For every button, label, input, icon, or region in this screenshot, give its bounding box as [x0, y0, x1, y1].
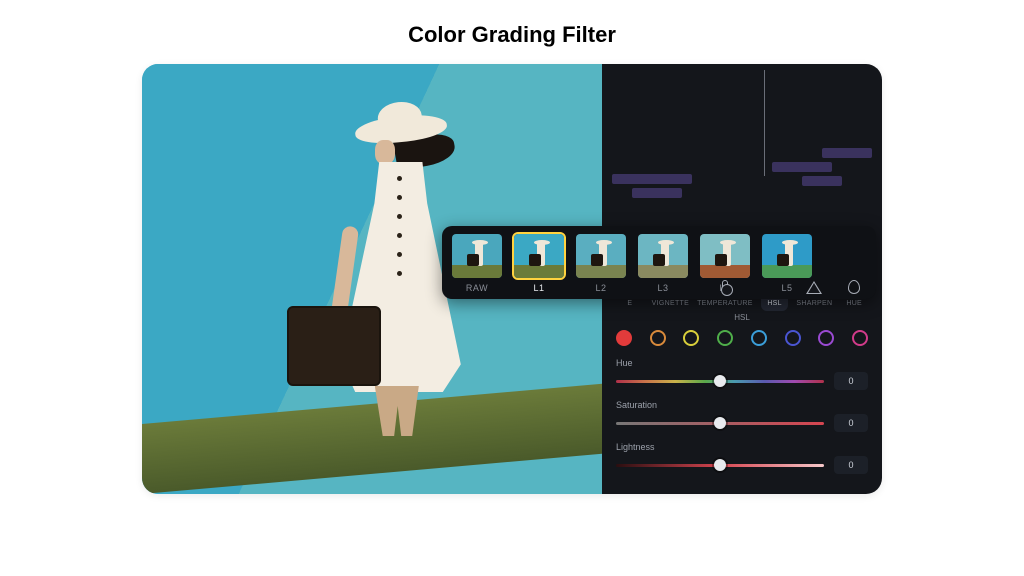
preset-thumb [762, 234, 812, 278]
preset-l2[interactable]: L2 [576, 234, 626, 293]
hue-value[interactable]: 0 [834, 372, 868, 390]
tab-label: VIGNETTE [652, 300, 689, 307]
active-tab-sublabel: HSL [616, 313, 868, 322]
timeline-clip[interactable] [612, 174, 692, 184]
timeline[interactable] [602, 64, 882, 182]
preset-label: L3 [657, 283, 668, 293]
preset-l3[interactable]: L3 [638, 234, 688, 293]
preset-l1[interactable]: L1 [514, 234, 564, 293]
tab-label: TEMPERATURE [697, 300, 753, 307]
tab-label: HUE [846, 300, 862, 307]
color-swatch[interactable] [616, 330, 632, 346]
preset-thumb [638, 234, 688, 278]
lightness-knob[interactable] [714, 459, 726, 471]
color-swatch[interactable] [785, 330, 801, 346]
color-swatch[interactable] [683, 330, 699, 346]
color-swatch-row [616, 330, 868, 346]
page-title: Color Grading Filter [0, 0, 1024, 64]
tab-label: E [627, 300, 632, 307]
timeline-clip[interactable] [632, 188, 682, 198]
saturation-value[interactable]: 0 [834, 414, 868, 432]
saturation-slider-group: Saturation 0 [616, 400, 868, 432]
hue-knob[interactable] [714, 375, 726, 387]
timeline-clip[interactable] [802, 176, 842, 186]
timeline-clip[interactable] [772, 162, 832, 172]
tab-label: SHARPEN [796, 300, 832, 307]
editor-frame: RAWL1L2L3L4L5 EVIGNETTETEMPERATUREHSLHSL… [142, 64, 882, 494]
hue-slider-group: Hue 0 [616, 358, 868, 390]
preset-thumb [576, 234, 626, 278]
preset-thumb [514, 234, 564, 278]
hue-slider[interactable] [616, 380, 824, 383]
preset-thumb [700, 234, 750, 278]
timeline-clip[interactable] [822, 148, 872, 158]
playhead[interactable] [764, 70, 765, 176]
preset-thumb [452, 234, 502, 278]
tab-label: HSL [767, 300, 782, 307]
lightness-label: Lightness [616, 442, 868, 452]
lightness-slider-group: Lightness 0 [616, 442, 868, 474]
preset-label: RAW [466, 283, 488, 293]
saturation-slider[interactable] [616, 422, 824, 425]
preset-label: L2 [595, 283, 606, 293]
sharpen-icon [805, 278, 823, 296]
color-swatch[interactable] [852, 330, 868, 346]
lightness-value[interactable]: 0 [834, 456, 868, 474]
preset-label: L1 [533, 283, 544, 293]
preset-raw[interactable]: RAW [452, 234, 502, 293]
controls-pane: RAWL1L2L3L4L5 EVIGNETTETEMPERATUREHSLHSL… [602, 64, 882, 494]
lightness-slider[interactable] [616, 464, 824, 467]
color-swatch[interactable] [650, 330, 666, 346]
saturation-knob[interactable] [714, 417, 726, 429]
preset-label: L5 [781, 283, 792, 293]
adjust-section: EVIGNETTETEMPERATUREHSLHSLSHARPENHUE HSL… [602, 274, 882, 494]
color-swatch[interactable] [818, 330, 834, 346]
saturation-label: Saturation [616, 400, 868, 410]
color-swatch[interactable] [751, 330, 767, 346]
hue-label: Hue [616, 358, 868, 368]
preset-l5[interactable]: L5 [762, 234, 812, 293]
color-swatch[interactable] [717, 330, 733, 346]
